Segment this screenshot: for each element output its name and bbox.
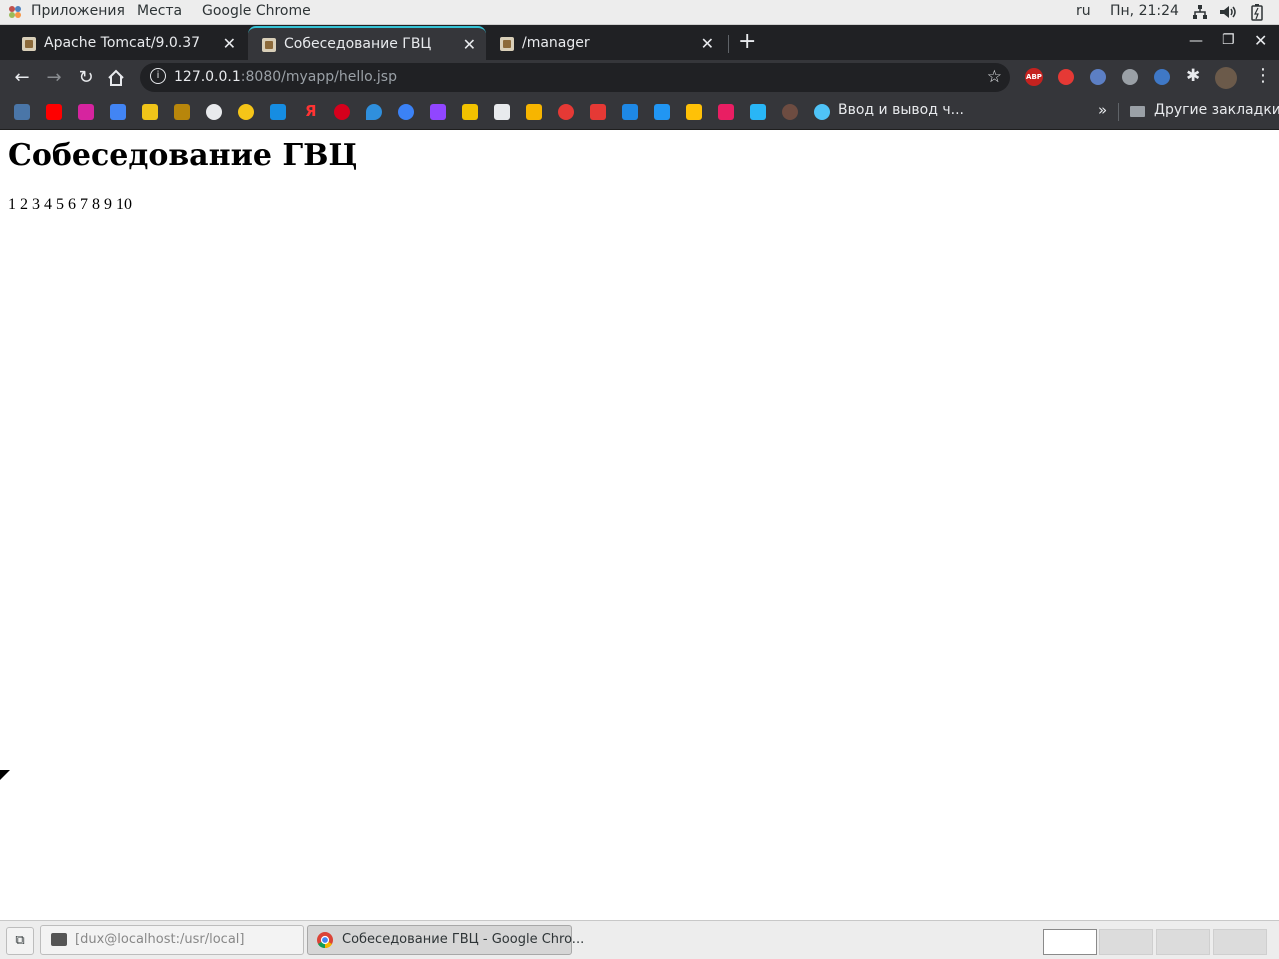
address-bar[interactable]: i 127.0.0.1:8080/myapp/hello.jsp ☆ — [140, 63, 1010, 92]
translate-bookmark-icon[interactable] — [110, 104, 126, 120]
url-text: 127.0.0.1:8080/myapp/hello.jsp — [174, 69, 397, 85]
tab-sobesedovanie[interactable]: Собеседование ГВЦ ✕ — [248, 26, 486, 61]
forward-arrow-icon[interactable]: → — [40, 64, 68, 92]
show-desktop-icon[interactable]: ⧉ — [6, 927, 34, 955]
mouse-cursor-icon — [0, 770, 10, 780]
close-window-icon[interactable]: ✕ — [1254, 31, 1267, 50]
workspace-4[interactable] — [1213, 929, 1267, 955]
yellow-tile-bookmark-icon[interactable] — [686, 104, 702, 120]
back-arrow-icon[interactable]: ← — [8, 64, 36, 92]
envelope-bookmark-icon[interactable] — [526, 104, 542, 120]
tab-manager[interactable]: /manager ✕ — [486, 27, 724, 60]
restore-icon[interactable]: ❐ — [1222, 32, 1235, 48]
tab-title: /manager — [522, 35, 590, 51]
download-extension-icon[interactable] — [1154, 69, 1170, 85]
grey-extension-icon[interactable] — [1122, 69, 1138, 85]
vk-bookmark-icon[interactable] — [14, 104, 30, 120]
taskbar-terminal-label: [dux@localhost:/usr/local] — [75, 932, 245, 947]
emblem-bookmark-icon[interactable] — [174, 104, 190, 120]
network-bookmark-icon[interactable] — [814, 104, 830, 120]
gold-coin-bookmark-icon[interactable] — [238, 104, 254, 120]
red-circle-bookmark-icon[interactable] — [558, 104, 574, 120]
tab-title: Собеседование ГВЦ — [284, 36, 432, 52]
home-icon[interactable] — [106, 68, 126, 88]
close-tab-icon[interactable]: ✕ — [463, 35, 476, 54]
folder-icon — [1130, 106, 1145, 117]
menu-kebab-icon[interactable]: ⋮ — [1254, 65, 1272, 86]
globe-bookmark-icon[interactable] — [206, 104, 222, 120]
applications-menu[interactable]: Приложения — [31, 3, 125, 19]
clock[interactable]: Пн, 21:24 — [1110, 3, 1179, 19]
document-bookmark-icon[interactable] — [494, 104, 510, 120]
bookmarks-bar: Я Ввод и вывод ч... » Другие закладки — [0, 95, 1279, 130]
workspace-1[interactable] — [1043, 929, 1097, 955]
jr-bookmark-icon[interactable] — [622, 104, 638, 120]
extensions-puzzle-icon[interactable]: ✱ — [1186, 66, 1200, 86]
terminal-icon — [51, 933, 67, 946]
workspace-3[interactable] — [1156, 929, 1210, 955]
url-host: 127.0.0.1 — [174, 69, 241, 85]
tab-strip: Apache Tomcat/9.0.37 ✕ Собеседование ГВЦ… — [0, 25, 1279, 61]
minimize-icon[interactable]: — — [1189, 33, 1203, 49]
applications-icon[interactable] — [8, 5, 22, 19]
tomcat-favicon-icon — [22, 37, 36, 51]
edge-bookmark-icon[interactable] — [398, 104, 414, 120]
sb-bookmark-icon[interactable] — [654, 104, 670, 120]
yandex-bookmark-icon[interactable]: Я — [305, 102, 317, 120]
tomcat-favicon-icon — [262, 38, 276, 52]
close-tab-icon[interactable]: ✕ — [223, 34, 236, 53]
network-icon[interactable] — [1192, 4, 1208, 20]
app-menu[interactable]: Google Chrome — [202, 3, 311, 19]
workspace-2[interactable] — [1099, 929, 1153, 955]
chrome-icon — [317, 932, 333, 949]
numbers-line: 1 2 3 4 5 6 7 8 9 10 — [8, 196, 132, 213]
tab-apache-tomcat[interactable]: Apache Tomcat/9.0.37 ✕ — [8, 27, 246, 60]
places-menu[interactable]: Места — [137, 3, 182, 19]
browser-toolbar: ← → ↻ i 127.0.0.1:8080/myapp/hello.jsp ☆… — [0, 60, 1279, 95]
more-bookmarks-chevron-icon[interactable]: » — [1098, 101, 1107, 119]
tab-title: Apache Tomcat/9.0.37 — [44, 35, 201, 51]
twitch-bookmark-icon[interactable] — [430, 104, 446, 120]
bookmark-icon[interactable] — [462, 104, 478, 120]
new-tab-plus-icon[interactable]: + — [738, 29, 756, 54]
taskbar-chrome[interactable]: Собеседование ГВЦ - Google Chro... — [307, 925, 584, 955]
instagram-bookmark-icon[interactable] — [78, 104, 94, 120]
bookmark-io[interactable]: Ввод и вывод ч... — [838, 102, 964, 118]
url-path: :8080/myapp/hello.jsp — [240, 69, 397, 85]
system-top-bar: Приложения Места Google Chrome ru Пн, 21… — [0, 0, 1279, 25]
close-tab-icon[interactable]: ✕ — [701, 34, 714, 53]
vk-extension-icon[interactable] — [1090, 69, 1106, 85]
adblock-plus-icon[interactable]: ABP — [1025, 68, 1043, 86]
yellow-bookmark-icon[interactable] — [142, 104, 158, 120]
site-info-icon[interactable]: i — [150, 68, 166, 84]
red-box-bookmark-icon[interactable] — [590, 104, 606, 120]
hh-bookmark-icon[interactable] — [334, 104, 350, 120]
page-heading: Собеседование ГВЦ — [8, 138, 358, 173]
drop-bookmark-icon[interactable] — [366, 104, 382, 120]
gear-bookmark-icon[interactable] — [750, 104, 766, 120]
taskbar-chrome-label: Собеседование ГВЦ - Google Chro... — [342, 932, 585, 947]
a-bookmark-icon[interactable] — [718, 104, 734, 120]
web-page-content: Собеседование ГВЦ 1 2 3 4 5 6 7 8 9 10 — [0, 130, 1279, 920]
other-bookmarks-folder[interactable]: Другие закладки — [1154, 102, 1279, 118]
youtube-bookmark-icon[interactable] — [46, 104, 62, 120]
avatar-bookmark-icon[interactable] — [782, 104, 798, 120]
bookmarks-separator — [1118, 103, 1119, 121]
profile-avatar[interactable] — [1215, 67, 1237, 89]
bookmark-star-icon[interactable]: ☆ — [987, 67, 1002, 87]
reload-icon[interactable]: ↻ — [72, 64, 100, 92]
tomcat-favicon-icon — [500, 37, 514, 51]
taskbar-terminal[interactable]: [dux@localhost:/usr/local] — [40, 925, 304, 955]
battery-icon[interactable] — [1251, 3, 1263, 21]
volume-icon[interactable] — [1219, 4, 1237, 20]
mail-at-bookmark-icon[interactable] — [270, 104, 286, 120]
keyboard-layout-indicator[interactable]: ru — [1076, 3, 1091, 19]
stop-hand-extension-icon[interactable] — [1058, 69, 1074, 85]
bottom-taskbar: ⧉ [dux@localhost:/usr/local] Собеседован… — [0, 920, 1279, 959]
tab-separator — [728, 35, 729, 53]
